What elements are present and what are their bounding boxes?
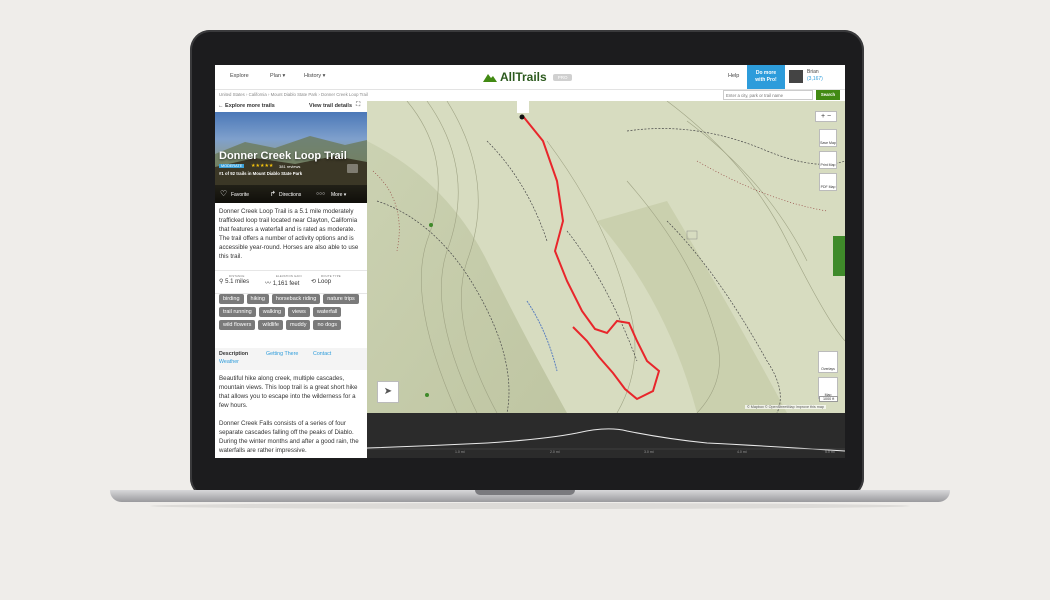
user-name[interactable]: Brian [807, 69, 819, 75]
tag[interactable]: muddy [285, 320, 311, 330]
mountain-icon [483, 74, 497, 82]
more-button[interactable]: More ▾ [331, 192, 346, 198]
detail-tabs: Description Getting There Contact Weathe… [215, 348, 367, 370]
directions-button[interactable]: Directions [279, 192, 301, 198]
tag[interactable]: waterfall [312, 307, 342, 317]
elevation-profile[interactable]: 1.0 mi 2.0 mi 3.0 mi 4.0 mi 5.0 mi [367, 413, 845, 458]
pin-icon: ⚲ [219, 279, 224, 285]
tab-weather[interactable]: Weather [219, 359, 239, 365]
alltrails-logo[interactable]: AllTrails PRO [483, 70, 573, 84]
elevation-icon: 〰 [265, 281, 272, 287]
trail-hero: Donner Creek Loop Trail MODERATE ★★★★★ 3… [215, 112, 367, 203]
overlays-button[interactable]: Overlays [818, 351, 838, 373]
nav-history[interactable]: History ▾ [304, 73, 325, 79]
heart-icon[interactable]: ♡ [220, 189, 227, 198]
elevation-chart [367, 428, 845, 452]
search-input[interactable] [723, 90, 813, 100]
topo-map [367, 101, 845, 413]
tag[interactable]: wildlife [258, 320, 283, 330]
tab-contact[interactable]: Contact [313, 351, 331, 357]
tag[interactable]: views [288, 307, 310, 317]
overview-paragraph-2: Donner Creek Falls consists of a series … [219, 420, 359, 454]
trail-map[interactable]: + − Save Map Print Map PDF Map ➤ Overlay… [367, 101, 845, 413]
elev-tick: 5.0 mi [825, 450, 835, 454]
locate-button[interactable]: ➤ [377, 381, 399, 403]
nav-plan[interactable]: Plan ▾ [270, 73, 285, 79]
elev-tick: 2.0 mi [550, 450, 560, 454]
overview-paragraph-1: Beautiful hike along creek, multiple cas… [219, 375, 358, 409]
save-map-button[interactable]: Save Map [819, 129, 837, 147]
loop-icon: ⟲ [311, 279, 317, 285]
tag[interactable]: hiking [246, 294, 269, 304]
trail-title: Donner Creek Loop Trail [219, 150, 347, 162]
screen: Explore Plan ▾ History ▾ AllTrails PRO H… [215, 65, 845, 458]
nav-help[interactable]: Help [728, 73, 739, 79]
map-scale: 1000 ft [819, 396, 839, 402]
stat-label: ELEVATION GAIN [276, 274, 302, 278]
stat-value: Loop [317, 279, 332, 285]
avatar[interactable] [789, 70, 803, 83]
print-map-button[interactable]: Print Map [819, 151, 837, 169]
tag[interactable]: horseback riding [271, 294, 321, 304]
elev-tick: 1.0 mi [455, 450, 465, 454]
stat-elevation: ELEVATION GAIN 〰 1,161 feet [265, 274, 302, 287]
tag[interactable]: no dogs [313, 320, 342, 330]
zoom-controls[interactable]: + − [815, 111, 837, 122]
top-nav: Explore Plan ▾ History ▾ AllTrails PRO H… [215, 65, 845, 90]
stat-value: 5.1 miles [225, 279, 250, 285]
view-details-link[interactable]: View trail details [309, 103, 352, 109]
elev-tick: 3.0 mi [644, 450, 654, 454]
stat-label: DISTANCE [229, 274, 245, 278]
trail-actions: ♡ Favorite ↱ Directions ○○○ More ▾ [215, 185, 367, 203]
difficulty-badge: MODERATE [219, 164, 245, 168]
breadcrumb[interactable]: United States › California › Mount Diabl… [219, 92, 368, 97]
search-button[interactable]: Search [816, 90, 840, 100]
stat-value: 1,161 feet [272, 281, 300, 287]
stat-distance: DISTANCE ⚲ 5.1 miles [219, 274, 249, 285]
elev-tick: 4.0 mi [737, 450, 747, 454]
review-count[interactable]: 381 reviews [279, 164, 300, 169]
trail-sidebar: ← Explore more trails View trail details… [215, 101, 368, 458]
tab-getting-there[interactable]: Getting There [266, 351, 298, 357]
photos-button[interactable] [347, 164, 358, 173]
nav-explore[interactable]: Explore [230, 73, 249, 79]
stat-label: ROUTE TYPE [321, 274, 341, 278]
tag[interactable]: birding [219, 294, 244, 304]
tag[interactable]: walking [258, 307, 286, 317]
rating-stars: ★★★★★ [251, 163, 274, 169]
upgrade-pro-button[interactable]: Do more with Pro! [747, 65, 785, 89]
explore-more-link[interactable]: ← Explore more trails [218, 103, 275, 109]
tag[interactable]: nature trips [323, 294, 359, 304]
favorite-button[interactable]: Favorite [231, 192, 249, 198]
trail-rank[interactable]: #1 of 92 trails in Mount Diablo State Pa… [219, 171, 302, 176]
feedback-tab[interactable] [833, 236, 845, 276]
activity-tags: birding hiking horseback riding nature t… [219, 294, 365, 330]
tag[interactable]: wild flowers [219, 320, 256, 330]
pro-line-2: with Pro! [755, 76, 777, 83]
trail-stats: DISTANCE ⚲ 5.1 miles ELEVATION GAIN 〰 1,… [215, 270, 367, 294]
trail-description: Donner Creek Loop Trail is a 5.1 mile mo… [219, 208, 359, 260]
pro-badge: PRO [552, 73, 573, 81]
directions-icon[interactable]: ↱ [270, 190, 276, 198]
stat-route: ROUTE TYPE ⟲ Loop [311, 274, 341, 285]
map-attribution[interactable]: © Mapbox © OpenStreetMap Improve this ma… [745, 405, 826, 409]
user-points[interactable]: (3,167) [807, 76, 823, 82]
laptop-notch [475, 490, 575, 495]
laptop-shadow [150, 503, 910, 509]
trail-overview: Beautiful hike along creek, multiple cas… [219, 374, 363, 455]
expand-icon[interactable]: ⛶ [356, 102, 360, 109]
logo-text: AllTrails [500, 70, 547, 84]
more-icon[interactable]: ○○○ [316, 191, 325, 197]
tab-description[interactable]: Description [219, 351, 248, 357]
sidebar-header: ← Explore more trails View trail details… [215, 101, 367, 111]
pdf-map-button[interactable]: PDF Map [819, 173, 837, 191]
tag[interactable]: trail running [219, 307, 256, 317]
